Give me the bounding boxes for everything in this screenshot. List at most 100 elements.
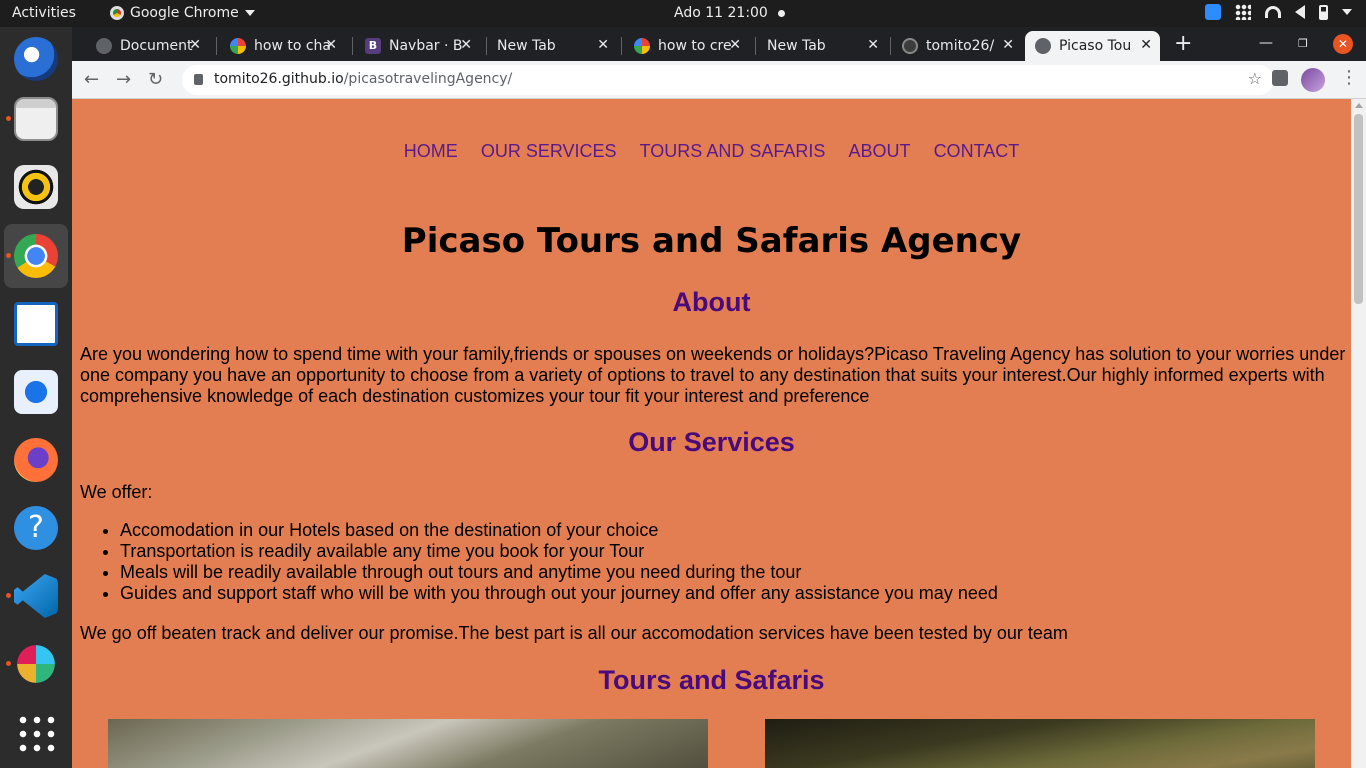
reload-button[interactable]: ↻ bbox=[148, 69, 163, 90]
close-icon[interactable]: ✕ bbox=[189, 37, 201, 53]
activities-button[interactable]: Activities bbox=[12, 5, 76, 21]
dock-files[interactable] bbox=[4, 87, 68, 151]
about-text: Are you wondering how to spend time with… bbox=[80, 344, 1346, 406]
tab-picaso-active[interactable]: Picaso Tou ✕ bbox=[1025, 31, 1160, 61]
nav-contact[interactable]: CONTACT bbox=[934, 141, 1020, 161]
address-bar[interactable]: tomito26.github.io/picasotravelingAgency… bbox=[182, 65, 1274, 95]
close-icon[interactable]: ✕ bbox=[867, 37, 879, 53]
close-icon[interactable]: ✕ bbox=[729, 37, 741, 53]
bookmark-star-icon[interactable]: ☆ bbox=[1248, 69, 1262, 88]
close-icon[interactable]: ✕ bbox=[1002, 37, 1014, 53]
back-button[interactable]: ← bbox=[84, 69, 99, 90]
dock-firefox[interactable] bbox=[4, 428, 68, 492]
thunderbird-icon bbox=[14, 37, 58, 81]
scrollbar-thumb[interactable] bbox=[1354, 114, 1363, 304]
profile-avatar[interactable] bbox=[1301, 68, 1325, 92]
system-tray[interactable] bbox=[1205, 4, 1352, 20]
slack-icon bbox=[14, 642, 58, 686]
tab-how-to-cre[interactable]: how to cre ✕ bbox=[624, 31, 749, 61]
minimize-button[interactable]: — bbox=[1259, 35, 1273, 51]
software-store-icon bbox=[14, 370, 58, 414]
app-menu[interactable]: Google Chrome bbox=[110, 5, 255, 21]
dock-software[interactable] bbox=[4, 360, 68, 424]
list-item: Guides and support staff who will be wit… bbox=[120, 583, 998, 604]
safari-photo-dusty-road bbox=[108, 719, 708, 768]
show-applications-button[interactable] bbox=[4, 701, 68, 765]
services-list: Accomodation in our Hotels based on the … bbox=[120, 520, 998, 604]
help-icon: ? bbox=[14, 506, 58, 550]
tours-heading: Tours and Safaris bbox=[598, 665, 825, 695]
volume-icon[interactable] bbox=[1295, 5, 1305, 19]
new-tab-button[interactable]: + bbox=[1174, 31, 1192, 56]
dock-libreoffice-writer[interactable] bbox=[4, 292, 68, 356]
zoom-icon[interactable] bbox=[1205, 4, 1221, 20]
page-scrollbar[interactable] bbox=[1351, 99, 1366, 768]
nav-our-services[interactable]: OUR SERVICES bbox=[481, 141, 617, 161]
rhythmbox-icon bbox=[14, 165, 58, 209]
tab-new-tab[interactable]: New Tab ✕ bbox=[487, 31, 617, 61]
dock-help[interactable]: ? bbox=[4, 496, 68, 560]
tab-how-to-cha[interactable]: how to cha ✕ bbox=[220, 31, 345, 61]
vscode-icon bbox=[14, 574, 58, 618]
chrome-menu-icon[interactable]: ⋮ bbox=[1340, 67, 1358, 88]
close-icon[interactable]: ✕ bbox=[460, 37, 472, 53]
scroll-up-icon[interactable] bbox=[1355, 103, 1363, 108]
dock-chrome[interactable] bbox=[4, 224, 68, 288]
services-outro: We go off beaten track and deliver our p… bbox=[80, 623, 1068, 643]
extensions-icon[interactable] bbox=[1272, 70, 1288, 86]
bootstrap-icon: B bbox=[365, 38, 381, 54]
tab-document[interactable]: Document ✕ bbox=[86, 31, 209, 61]
system-top-bar: Activities Google Chrome Ado 11 21:00 bbox=[0, 0, 1366, 27]
google-icon bbox=[634, 38, 650, 54]
forward-button[interactable]: → bbox=[116, 69, 131, 90]
browser-toolbar: ← → ↻ tomito26.github.io/picasotraveling… bbox=[72, 61, 1366, 99]
chevron-down-icon[interactable] bbox=[1342, 9, 1352, 15]
tab-new-tab-2[interactable]: New Tab ✕ bbox=[757, 31, 887, 61]
writer-icon bbox=[14, 302, 58, 346]
globe-icon bbox=[1035, 38, 1051, 54]
tab-navbar-bootstrap[interactable]: B Navbar · B ✕ bbox=[355, 31, 480, 61]
list-item: Accomodation in our Hotels based on the … bbox=[120, 520, 998, 541]
close-icon[interactable]: ✕ bbox=[1140, 37, 1152, 53]
firefox-icon bbox=[14, 438, 58, 482]
google-icon bbox=[230, 38, 246, 54]
slack-tray-icon[interactable] bbox=[1235, 4, 1251, 20]
about-heading: About bbox=[672, 287, 751, 317]
list-item: Meals will be readily available through … bbox=[120, 562, 998, 583]
close-icon[interactable]: ✕ bbox=[325, 37, 337, 53]
wifi-icon[interactable] bbox=[1265, 6, 1281, 18]
chrome-icon bbox=[14, 234, 58, 278]
page-viewport: HOME OUR SERVICES TOURS AND SAFARIS ABOU… bbox=[72, 99, 1351, 768]
services-heading: Our Services bbox=[628, 427, 795, 457]
window-close-button[interactable]: ✕ bbox=[1333, 34, 1353, 54]
chevron-down-icon bbox=[244, 10, 255, 16]
chrome-icon bbox=[110, 6, 124, 20]
files-icon bbox=[14, 97, 58, 141]
dock-vscode[interactable] bbox=[4, 564, 68, 628]
services-intro: We offer: bbox=[80, 482, 153, 502]
app-menu-label: Google Chrome bbox=[130, 5, 239, 21]
clock[interactable]: Ado 11 21:00 bbox=[674, 5, 768, 21]
notification-dot-icon bbox=[778, 10, 785, 17]
close-icon[interactable]: ✕ bbox=[597, 37, 609, 53]
dock: ? bbox=[0, 27, 72, 768]
battery-icon[interactable] bbox=[1319, 4, 1328, 20]
nav-about[interactable]: ABOUT bbox=[848, 141, 910, 161]
nav-home[interactable]: HOME bbox=[404, 141, 458, 161]
globe-icon bbox=[96, 38, 112, 54]
tab-github[interactable]: tomito26/ ✕ bbox=[892, 31, 1022, 61]
site-navbar: HOME OUR SERVICES TOURS AND SAFARIS ABOU… bbox=[72, 141, 1351, 162]
list-item: Transportation is readily available any … bbox=[120, 541, 998, 562]
page-title: Picaso Tours and Safaris Agency bbox=[401, 221, 1022, 261]
github-icon bbox=[902, 38, 918, 54]
tab-strip: Document ✕ how to cha ✕ B Navbar · B ✕ N… bbox=[72, 27, 1366, 61]
app-grid-icon bbox=[16, 713, 56, 753]
dock-rhythmbox[interactable] bbox=[4, 155, 68, 219]
url-text: tomito26.github.io/picasotravelingAgency… bbox=[214, 71, 513, 87]
dock-slack[interactable] bbox=[4, 632, 68, 696]
maximize-button[interactable]: ❐ bbox=[1298, 37, 1308, 50]
nav-tours-and-safaris[interactable]: TOURS AND SAFARIS bbox=[640, 141, 826, 161]
lock-icon[interactable] bbox=[194, 74, 203, 85]
dock-thunderbird[interactable] bbox=[4, 27, 68, 91]
safari-photo-savanna bbox=[765, 719, 1315, 768]
